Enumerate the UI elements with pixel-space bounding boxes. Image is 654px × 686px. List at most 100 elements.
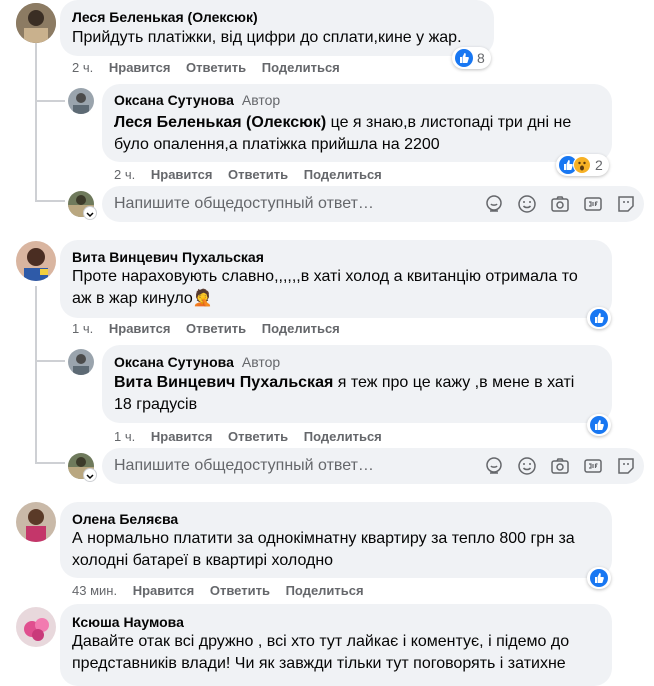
like-button[interactable]: Нравится: [151, 167, 213, 182]
reaction-summary[interactable]: [587, 307, 611, 329]
share-button[interactable]: Поделиться: [304, 429, 382, 444]
mention-link[interactable]: Леся Беленькая (Олексюк): [114, 114, 326, 131]
share-button[interactable]: Поделиться: [262, 60, 340, 75]
reply-author[interactable]: Оксана Сутунова Автор: [114, 92, 280, 108]
reaction-summary[interactable]: 8: [452, 47, 491, 69]
reply-input-placeholder: Напишите общедоступный ответ…: [114, 457, 374, 474]
avatar-sticker-icon[interactable]: [484, 194, 504, 214]
like-reaction-icon: [590, 569, 608, 587]
reply-text-line2: 18 градусів: [114, 396, 198, 413]
gif-icon[interactable]: [583, 456, 603, 476]
reply-button[interactable]: Ответить: [228, 429, 288, 444]
comment-time[interactable]: 1 ч.: [72, 321, 93, 336]
thread-line: [35, 360, 65, 362]
comment-text-line1: Проте нараховують славно,,,,,,в хаті хол…: [72, 268, 578, 285]
emoji-icon[interactable]: [517, 456, 537, 476]
reply-author-name: Оксана Сутунова: [114, 92, 234, 108]
comment-actions: 43 мин. Нравится Ответить Поделиться: [72, 583, 376, 598]
chevron-down-icon[interactable]: [84, 469, 96, 481]
sticker-icon[interactable]: [616, 456, 636, 476]
comment-bubble: Вита Винцевич Пухальская Проте нараховую…: [60, 240, 612, 318]
like-reaction-icon: [590, 416, 608, 434]
comment-author[interactable]: Леся Беленькая (Олексюк): [72, 9, 258, 25]
reply-author[interactable]: Оксана Сутунова Автор: [114, 354, 280, 370]
avatar-image: [68, 88, 94, 114]
reply-author-name: Оксана Сутунова: [114, 354, 234, 370]
author-badge: Автор: [241, 92, 281, 108]
comment-actions: 2 ч. Нравится Ответить Поделиться: [72, 60, 352, 75]
reaction-count: 8: [477, 50, 485, 66]
avatar[interactable]: [16, 502, 56, 542]
camera-icon[interactable]: [550, 456, 570, 476]
reaction-count: 2: [595, 157, 603, 173]
comment-text-line1: Давайте отак всі дружно , всі хто тут ла…: [72, 633, 570, 650]
thread-line: [35, 462, 65, 464]
comment-text: Давайте отак всі дружно , всі хто тут ла…: [72, 631, 569, 675]
reply-input[interactable]: Напишите общедоступный ответ…: [102, 448, 644, 484]
comment-text-line2: холодні батареї в квартирі холодно: [72, 552, 334, 569]
comment-text-line1: А нормально платити за однокімнатну квар…: [72, 530, 575, 547]
share-button[interactable]: Поделиться: [304, 167, 382, 182]
reply-bubble: Оксана Сутунова Автор Леся Беленькая (Оле…: [102, 84, 612, 162]
thread-line: [35, 286, 37, 462]
like-button[interactable]: Нравится: [151, 429, 213, 444]
reply-bubble: Оксана Сутунова Автор Вита Винцевич Пухал…: [102, 345, 612, 423]
reply-button[interactable]: Ответить: [210, 583, 270, 598]
avatar-image: [16, 502, 56, 542]
like-button[interactable]: Нравится: [133, 583, 195, 598]
reply-text: Вита Винцевич Пухальская я теж про це ка…: [114, 372, 574, 416]
thread-line: [35, 100, 65, 102]
like-reaction-icon: [590, 309, 608, 327]
reply-button[interactable]: Ответить: [186, 60, 246, 75]
reply-button[interactable]: Ответить: [228, 167, 288, 182]
reaction-summary[interactable]: [587, 567, 611, 589]
sticker-icon[interactable]: [616, 194, 636, 214]
comment-text-line2: представників влади! Чи як завжди тільки…: [72, 655, 566, 672]
reaction-summary[interactable]: 2: [556, 154, 609, 176]
reply-actions: 1 ч. Нравится Ответить Поделиться: [114, 429, 394, 444]
thread-line: [35, 42, 37, 200]
share-button[interactable]: Поделиться: [262, 321, 340, 336]
avatar[interactable]: [16, 607, 56, 647]
camera-icon[interactable]: [550, 194, 570, 214]
comment-author[interactable]: Олена Беляєва: [72, 511, 178, 527]
comment-author[interactable]: Вита Винцевич Пухальская: [72, 249, 264, 265]
reply-time[interactable]: 2 ч.: [114, 167, 135, 182]
comment-time[interactable]: 43 мин.: [72, 583, 117, 598]
reply-text-line1: це я знаю,в листопаді три дні не: [326, 114, 572, 131]
reply-time[interactable]: 1 ч.: [114, 429, 135, 444]
mention-link[interactable]: Вита Винцевич Пухальская: [114, 374, 333, 391]
avatar[interactable]: [16, 3, 56, 43]
avatar-image: [16, 3, 56, 43]
reply-text: Леся Беленькая (Олексюк) це я знаю,в лис…: [114, 112, 571, 156]
comment-text: Проте нараховують славно,,,,,,в хаті хол…: [72, 266, 578, 310]
comment-time[interactable]: 2 ч.: [72, 60, 93, 75]
author-badge: Автор: [241, 354, 281, 370]
reply-text-line2: було опалення,а платіжка прийшла на 2200: [114, 136, 440, 153]
comment-bubble: Олена Беляєва А нормально платити за одн…: [60, 502, 612, 578]
avatar-sticker-icon[interactable]: [484, 456, 504, 476]
emoji-icon[interactable]: [517, 194, 537, 214]
comment-text: А нормально платити за однокімнатну квар…: [72, 528, 575, 572]
like-button[interactable]: Нравится: [109, 60, 171, 75]
avatar[interactable]: [68, 88, 94, 114]
avatar-image: [16, 607, 56, 647]
share-button[interactable]: Поделиться: [286, 583, 364, 598]
avatar[interactable]: [16, 241, 56, 281]
like-button[interactable]: Нравится: [109, 321, 171, 336]
reply-input-placeholder: Напишите общедоступный ответ…: [114, 195, 374, 212]
chevron-down-icon[interactable]: [84, 207, 96, 219]
comment-author[interactable]: Ксюша Наумова: [72, 614, 184, 630]
reply-input-tools: [484, 456, 636, 476]
comment-bubble: Леся Беленькая (Олексюк) Прийдуть платіж…: [60, 0, 494, 56]
reaction-summary[interactable]: [587, 414, 611, 436]
wow-reaction-icon: [573, 156, 591, 174]
comment-text-line2: аж в жар кинуло🤦: [72, 290, 213, 307]
comment-actions: 1 ч. Нравится Ответить Поделиться: [72, 321, 352, 336]
avatar-image: [16, 241, 56, 281]
avatar[interactable]: [68, 349, 94, 375]
gif-icon[interactable]: [583, 194, 603, 214]
reply-button[interactable]: Ответить: [186, 321, 246, 336]
reply-input[interactable]: Напишите общедоступный ответ…: [102, 186, 644, 222]
reply-text-line1: я теж про це кажу ,в мене в хаті: [333, 374, 575, 391]
